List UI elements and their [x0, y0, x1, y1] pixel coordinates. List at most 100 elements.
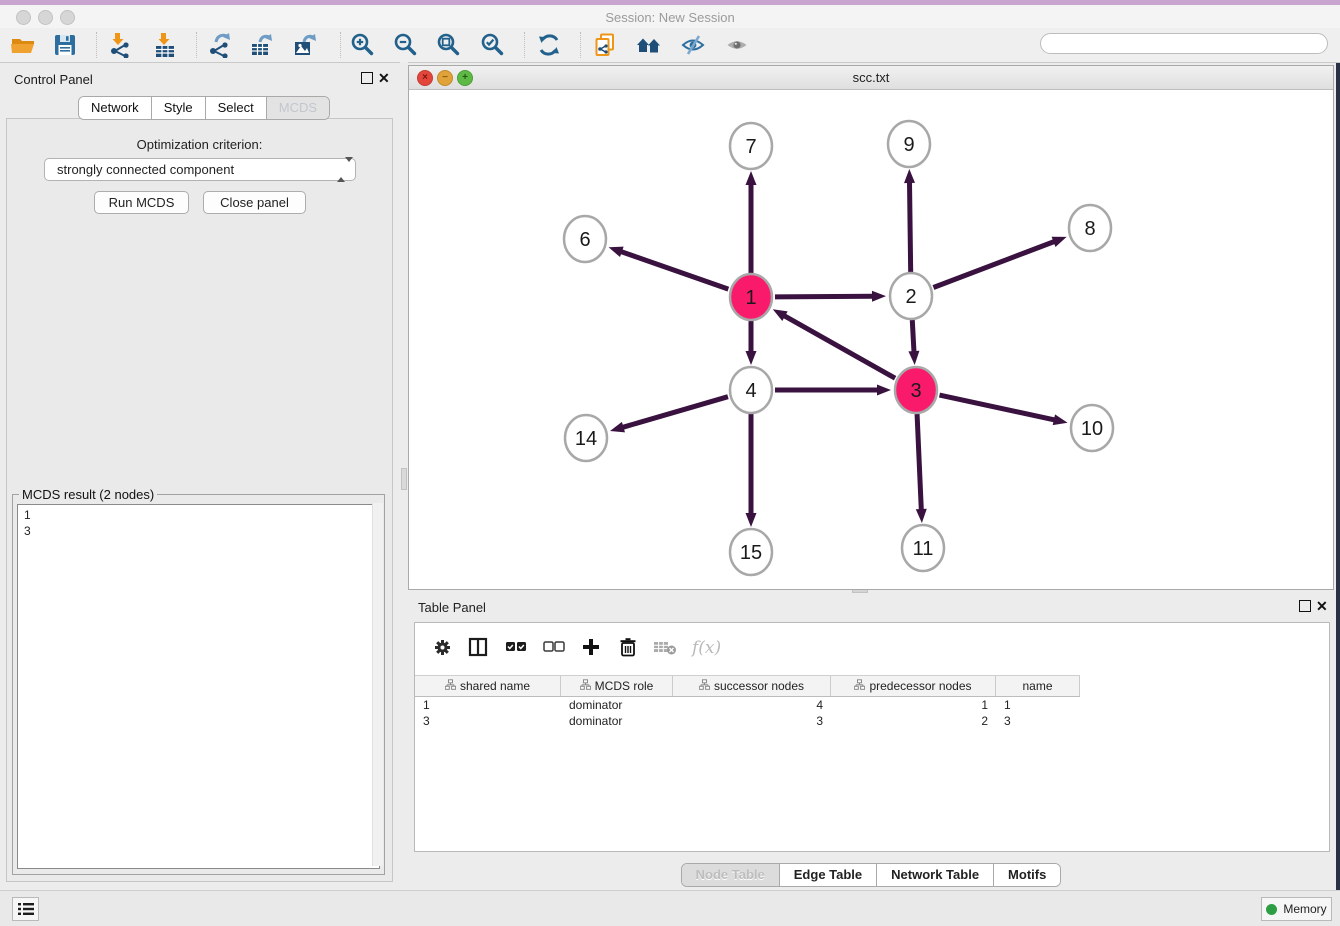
tab-edge-table[interactable]: Edge Table	[780, 864, 877, 886]
edge-3-10[interactable]	[939, 395, 1055, 420]
mcds-result-text[interactable]: 1 3	[17, 504, 380, 869]
edge-2-8[interactable]	[933, 241, 1055, 287]
tab-network-table[interactable]: Network Table	[877, 864, 994, 886]
column-header-MCDS-role[interactable]: MCDS role	[561, 676, 673, 696]
export-table-icon[interactable]	[247, 31, 277, 59]
memory-status-icon	[1266, 904, 1277, 915]
close-panel-button[interactable]: Close panel	[203, 191, 306, 214]
edge-arrowhead	[746, 513, 757, 527]
mcds-result-scrollbar[interactable]	[372, 503, 383, 866]
edge-3-11[interactable]	[917, 414, 921, 511]
graph-node-label-9: 9	[903, 134, 914, 156]
edge-1-2[interactable]	[775, 296, 874, 297]
export-image-icon[interactable]	[290, 31, 320, 59]
toolbar-separator	[96, 32, 97, 58]
column-header-successor-nodes[interactable]: successor nodes	[673, 676, 831, 696]
table-row[interactable]: 3dominator323	[415, 713, 1080, 729]
tree-icon	[699, 679, 710, 693]
svg-text:f(x): f(x)	[690, 638, 721, 658]
graph-node-label-10: 10	[1081, 418, 1103, 440]
zoom-in-icon[interactable]	[348, 31, 378, 59]
table-panel-title: Table Panel	[418, 600, 486, 615]
toolbar-separator	[196, 32, 197, 58]
tab-motifs[interactable]: Motifs	[994, 864, 1060, 886]
table-row[interactable]: 1dominator411	[415, 697, 1080, 713]
network-window-titlebar[interactable]: scc.txt	[409, 66, 1333, 90]
table-panel-close-icon[interactable]: ✕	[1316, 598, 1328, 615]
application-window: Session: New Session	[0, 0, 1340, 926]
graph-node-label-8: 8	[1084, 218, 1095, 240]
edge-2-9[interactable]	[909, 181, 910, 272]
criterion-select[interactable]: strongly connected component	[44, 158, 356, 181]
tree-icon	[854, 679, 865, 693]
tab-style[interactable]: Style	[152, 97, 206, 119]
column-header-label: name	[1022, 679, 1052, 693]
edge-arrowhead	[746, 171, 757, 185]
zoom-fit-icon[interactable]	[434, 31, 464, 59]
cell-predecessor-nodes[interactable]: 2	[831, 713, 996, 729]
task-history-button[interactable]	[12, 897, 39, 921]
open-folder-icon[interactable]	[8, 31, 38, 59]
zoom-selected-icon[interactable]	[478, 31, 508, 59]
network-canvas[interactable]: 7968124314101511	[409, 89, 1333, 589]
network-window-title: scc.txt	[409, 70, 1333, 85]
delete-column-icon[interactable]	[615, 635, 641, 659]
import-network-icon[interactable]	[104, 31, 134, 59]
save-icon[interactable]	[50, 31, 80, 59]
tab-network[interactable]: Network	[79, 97, 152, 119]
zoom-out-icon[interactable]	[391, 31, 421, 59]
mcds-result-title: MCDS result (2 nodes)	[19, 487, 157, 502]
column-header-label: shared name	[460, 679, 530, 693]
edge-arrowhead	[872, 291, 886, 302]
export-network-icon[interactable]	[204, 31, 234, 59]
cell-successor-nodes[interactable]: 3	[673, 713, 831, 729]
status-bar	[0, 890, 1340, 926]
deselect-all-columns-icon[interactable]	[541, 635, 567, 659]
tab-node-table[interactable]: Node Table	[682, 864, 780, 886]
toolbar-separator	[524, 32, 525, 58]
memory-button[interactable]: Memory	[1261, 897, 1332, 921]
hide-graphics-details-icon[interactable]	[678, 31, 708, 59]
refresh-icon[interactable]	[534, 31, 564, 59]
clone-network-icon[interactable]	[590, 31, 620, 59]
birds-eye-view-icon[interactable]	[722, 31, 752, 59]
table-options-gear-icon[interactable]	[429, 635, 455, 659]
criterion-selected-value: strongly connected component	[57, 162, 234, 177]
cell-predecessor-nodes[interactable]: 1	[831, 697, 996, 713]
list-icon	[18, 902, 34, 916]
graph-node-label-7: 7	[745, 136, 756, 158]
toolbar-separator	[580, 32, 581, 58]
edge-3-1[interactable]	[783, 315, 895, 378]
cell-name[interactable]: 3	[996, 713, 1080, 729]
select-all-columns-icon[interactable]	[503, 635, 529, 659]
toolbar-separator	[340, 32, 341, 58]
cell-shared-name[interactable]: 3	[415, 713, 561, 729]
first-neighbors-icon[interactable]	[634, 31, 664, 59]
control-panel-float-icon[interactable]	[361, 72, 373, 87]
function-builder-icon: f(x)	[687, 635, 727, 659]
control-panel-close-icon[interactable]: ✕	[378, 70, 390, 87]
cell-mcds-role[interactable]: dominator	[561, 713, 673, 729]
cell-name[interactable]: 1	[996, 697, 1080, 713]
column-header-predecessor-nodes[interactable]: predecessor nodes	[831, 676, 996, 696]
select-stepper-icon	[337, 162, 347, 177]
mcds-result-group: MCDS result (2 nodes) 1 3	[12, 487, 385, 875]
edge-1-6[interactable]	[620, 251, 728, 289]
add-column-icon[interactable]	[578, 635, 604, 659]
edge-2-3[interactable]	[912, 320, 914, 353]
import-table-icon[interactable]	[150, 31, 180, 59]
cell-successor-nodes[interactable]: 4	[673, 697, 831, 713]
run-mcds-button[interactable]: Run MCDS	[94, 191, 189, 214]
vertical-splitter-grip[interactable]	[401, 468, 407, 490]
optimization-criterion-label: Optimization criterion:	[6, 137, 393, 152]
column-header-shared-name[interactable]: shared name	[415, 676, 561, 696]
tab-mcds[interactable]: MCDS	[267, 97, 329, 119]
cell-shared-name[interactable]: 1	[415, 697, 561, 713]
search-input[interactable]	[1040, 33, 1328, 54]
edge-4-14[interactable]	[622, 397, 728, 428]
column-header-name[interactable]: name	[996, 676, 1080, 696]
cell-mcds-role[interactable]: dominator	[561, 697, 673, 713]
show-columns-icon[interactable]	[465, 635, 491, 659]
tab-select[interactable]: Select	[206, 97, 267, 119]
table-panel-float-icon[interactable]	[1299, 600, 1311, 615]
